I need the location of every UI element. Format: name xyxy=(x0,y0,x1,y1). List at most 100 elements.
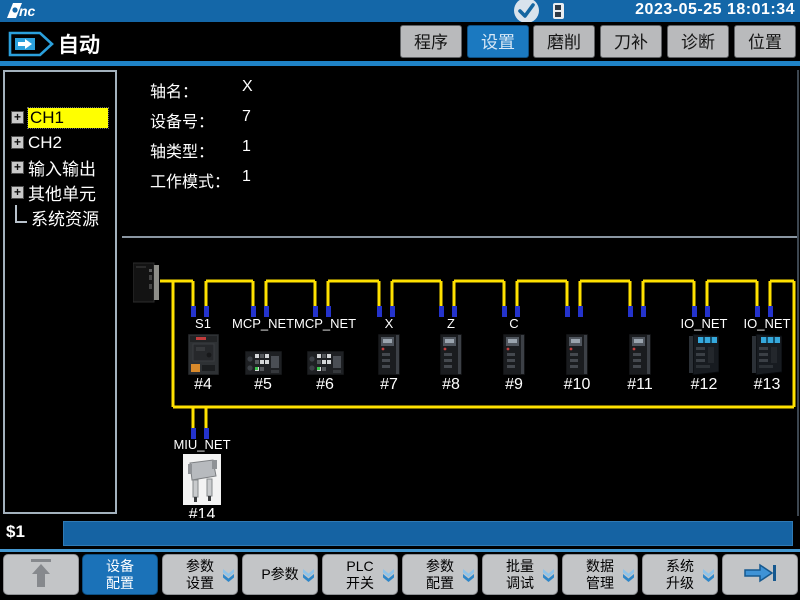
device-num4[interactable]: S1 #4 xyxy=(172,316,234,394)
menu-chevron-icon xyxy=(622,568,635,582)
tree-item-label: 其他单元 xyxy=(28,180,96,205)
network-wires xyxy=(0,0,800,535)
device-tree-panel: + CH1 + CH2 + 输入输出 + 其他单元 系统资源 xyxy=(3,70,117,514)
device-number: #13 xyxy=(736,376,798,394)
sidebar-item-io[interactable]: + 输入输出 xyxy=(7,155,113,180)
device-num10[interactable]: #10 xyxy=(546,316,608,394)
expand-icon[interactable]: + xyxy=(11,161,24,174)
softkey-p-param[interactable]: P参数 xyxy=(242,554,318,595)
device-image xyxy=(546,332,608,375)
device-image xyxy=(171,453,233,505)
menu-chevron-icon xyxy=(222,568,235,582)
tab-diagnosis[interactable]: 诊断 xyxy=(667,25,729,58)
device-image xyxy=(420,332,482,375)
device-number: #9 xyxy=(483,376,545,394)
device-miu-net[interactable]: MIU_NET #14 xyxy=(171,437,233,524)
device-name: S1 xyxy=(172,316,234,332)
softkey-batch-debug[interactable]: 批量 调试 xyxy=(482,554,558,595)
channel-message-box xyxy=(63,521,793,546)
device-num13[interactable]: IO_NET #13 xyxy=(736,316,798,394)
device-number: #7 xyxy=(358,376,420,394)
softkey-sys-upgrade[interactable]: 系统 升级 xyxy=(642,554,718,595)
field-value: 7 xyxy=(242,108,251,126)
device-name: C xyxy=(483,316,545,332)
softkey-param-setting[interactable]: 参数 设置 xyxy=(162,554,238,595)
device-name: MIU_NET xyxy=(171,437,233,453)
softkey-next-page[interactable] xyxy=(722,554,798,595)
channel-label: $1 xyxy=(6,522,25,542)
device-image xyxy=(609,332,671,375)
softkey-param-config[interactable]: 参数 配置 xyxy=(402,554,478,595)
up-arrow-icon xyxy=(26,557,56,593)
device-image xyxy=(483,332,545,375)
device-number: #8 xyxy=(420,376,482,394)
storage-icon xyxy=(553,3,564,19)
separator-line-bottom xyxy=(0,549,800,552)
field-value: 1 xyxy=(242,138,251,156)
device-image xyxy=(294,332,356,375)
tab-program[interactable]: 程序 xyxy=(400,25,462,58)
mode-label: 自动 xyxy=(58,29,100,59)
menu-chevron-icon xyxy=(702,568,715,582)
device-name xyxy=(609,316,671,332)
device-name: MCP_NET xyxy=(232,316,294,332)
device-name: X xyxy=(358,316,420,332)
device-number: #4 xyxy=(172,376,234,394)
device-image xyxy=(232,332,294,375)
expand-icon[interactable]: + xyxy=(11,111,24,124)
tab-grinding[interactable]: 磨削 xyxy=(533,25,595,58)
sidebar-item-other-unit[interactable]: + 其他单元 xyxy=(7,180,113,205)
device-num12[interactable]: IO_NET #12 xyxy=(673,316,735,394)
field-value: 1 xyxy=(242,168,251,186)
expand-icon[interactable]: + xyxy=(11,136,24,149)
tree-item-label: CH2 xyxy=(28,133,62,153)
status-bar: $1 xyxy=(0,518,800,549)
field-value: X xyxy=(242,78,253,96)
sidebar-item-sys-res[interactable]: 系统资源 xyxy=(7,205,113,230)
ok-check-icon xyxy=(514,0,539,23)
device-number: #12 xyxy=(673,376,735,394)
softkey-data-manage[interactable]: 数据 管理 xyxy=(562,554,638,595)
device-host[interactable] xyxy=(133,262,160,308)
menu-chevron-icon xyxy=(462,568,475,582)
tree-item-label: CH1 xyxy=(28,108,108,128)
tree-item-label: 输入输出 xyxy=(28,155,96,180)
tab-position[interactable]: 位置 xyxy=(734,25,796,58)
sidebar-item-ch2[interactable]: + CH2 xyxy=(7,130,113,155)
device-number: #5 xyxy=(232,376,294,394)
sidebar-item-ch1[interactable]: + CH1 xyxy=(7,105,113,130)
device-number: #11 xyxy=(609,376,671,394)
device-num6[interactable]: MCP_NET #6 xyxy=(294,316,356,394)
softkey-device-config[interactable]: 设备 配置 xyxy=(82,554,158,595)
tab-settings[interactable]: 设置 xyxy=(467,25,529,58)
device-image xyxy=(673,332,735,375)
menu-chevron-icon xyxy=(302,568,315,582)
next-arrow-icon xyxy=(742,563,778,587)
panel-divider xyxy=(122,236,797,238)
device-name: IO_NET xyxy=(673,316,735,332)
expand-icon[interactable]: + xyxy=(11,186,24,199)
field-label: 工作模式： xyxy=(150,168,230,192)
device-number: #6 xyxy=(294,376,356,394)
device-num8[interactable]: Z #8 xyxy=(420,316,482,394)
knc-logo: nc xyxy=(5,1,65,21)
device-image xyxy=(736,332,798,375)
device-number: #10 xyxy=(546,376,608,394)
device-num11[interactable]: #11 xyxy=(609,316,671,394)
device-image xyxy=(172,332,234,375)
datetime: 2023-05-25 18:01:34 xyxy=(635,1,795,19)
device-num7[interactable]: X #7 xyxy=(358,316,420,394)
softkey-plc-switch[interactable]: PLC 开关 xyxy=(322,554,398,595)
device-num9[interactable]: C #9 xyxy=(483,316,545,394)
tab-tool-comp[interactable]: 刀补 xyxy=(600,25,662,58)
svg-text:nc: nc xyxy=(19,3,36,19)
device-num5[interactable]: MCP_NET #5 xyxy=(232,316,294,394)
field-label: 设备号： xyxy=(150,108,214,132)
device-name: Z xyxy=(420,316,482,332)
tree-elbow-icon xyxy=(15,205,27,223)
menu-chevron-icon xyxy=(542,568,555,582)
softkey-return-up[interactable] xyxy=(3,554,79,595)
cnc-hmi-screen: nc 2023-05-25 18:01:34 自动 程序设置磨削刀补诊断位置 +… xyxy=(0,0,800,600)
menu-chevron-icon xyxy=(382,568,395,582)
device-name: MCP_NET xyxy=(294,316,356,332)
